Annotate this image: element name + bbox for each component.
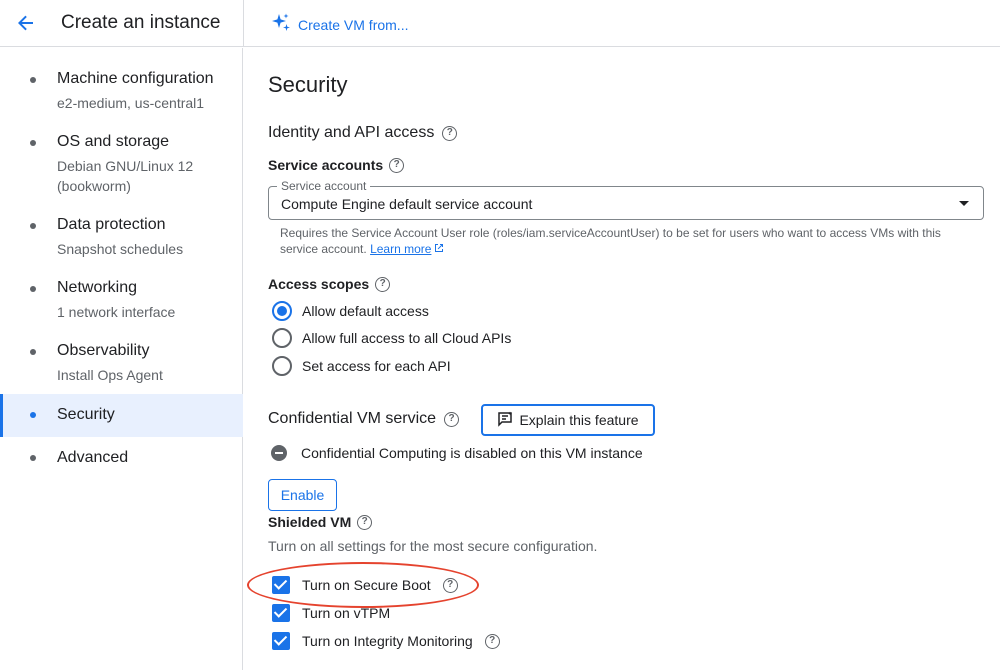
confidential-status: Confidential Computing is disabled on th… (268, 445, 643, 461)
sidebar-item-machine-configuration[interactable]: Machine configuration e2-medium, us-cent… (0, 64, 243, 120)
help-icon[interactable]: ? (389, 157, 405, 173)
back-arrow-icon[interactable] (14, 11, 38, 35)
learn-more-link[interactable]: Learn more (370, 242, 431, 256)
confidential-heading: Confidential VM service ? (268, 410, 460, 428)
identity-heading: Identity and API access ? (268, 124, 458, 142)
sidebar-item-networking[interactable]: Networking 1 network interface (0, 273, 243, 329)
header-divider (243, 0, 244, 47)
sidebar-item-label: OS and storage (57, 133, 170, 150)
radio-allow-full-access[interactable]: Allow full access to all Cloud APIs (272, 328, 511, 348)
service-accounts-heading: Service accounts ? (268, 157, 405, 173)
sidebar-item-label: Observability (57, 342, 150, 359)
help-icon[interactable]: ? (484, 633, 500, 649)
explain-feature-label: Explain this feature (519, 412, 639, 428)
page-title: Create an instance (61, 12, 221, 33)
sidebar-item-label: Networking (57, 279, 138, 296)
sidebar-item-data-protection[interactable]: Data protection Snapshot schedules (0, 210, 243, 266)
radio-label: Allow default access (302, 303, 429, 319)
sidebar-item-security[interactable]: Security (0, 394, 243, 437)
checkbox-label: Turn on Integrity Monitoring (302, 633, 473, 649)
enable-button[interactable]: Enable (268, 479, 337, 511)
sidebar-item-sub: Install Ops Agent (57, 367, 163, 383)
top-bar: Create an instance Create VM from... (0, 0, 1000, 47)
sidebar-item-label: Data protection (57, 216, 166, 233)
service-account-helper-text: Requires the Service Account User role (… (280, 225, 970, 257)
create-vm-label: Create VM from... (298, 16, 409, 33)
help-icon[interactable]: ? (442, 577, 458, 593)
sidebar-item-advanced[interactable]: Advanced (0, 445, 243, 475)
dropdown-arrow-icon (959, 201, 969, 206)
confidential-status-text: Confidential Computing is disabled on th… (301, 445, 643, 461)
create-vm-from-button[interactable]: Create VM from... (270, 12, 408, 37)
shielded-vm-label: Shielded VM (268, 514, 352, 530)
service-account-select[interactable]: Service account Compute Engine default s… (268, 179, 984, 220)
bullet-icon (30, 455, 36, 461)
sidebar-item-os-and-storage[interactable]: OS and storage Debian GNU/Linux 12 (book… (0, 127, 243, 199)
sidebar: Machine configuration e2-medium, us-cent… (0, 48, 243, 670)
radio-set-access-each-api[interactable]: Set access for each API (272, 356, 451, 376)
explain-feature-icon (497, 411, 513, 430)
service-accounts-label: Service accounts (268, 157, 384, 173)
sidebar-item-sub: 1 network interface (57, 304, 176, 320)
sidebar-item-sub: e2-medium, us-central1 (57, 95, 205, 111)
checkbox-label: Turn on Secure Boot (302, 577, 431, 593)
radio-allow-default-access[interactable]: Allow default access (272, 301, 429, 321)
disabled-icon (271, 445, 287, 461)
checkbox-checked-icon[interactable] (272, 576, 290, 594)
checkbox-checked-icon[interactable] (272, 604, 290, 622)
sidebar-item-label: Machine configuration (57, 70, 214, 87)
help-icon[interactable]: ? (375, 276, 391, 292)
access-scopes-label: Access scopes (268, 276, 370, 292)
bullet-icon (30, 77, 36, 83)
confidential-heading-text: Confidential VM service (268, 410, 437, 427)
service-account-floating-label: Service account (277, 179, 371, 193)
radio-selected-icon[interactable] (272, 301, 292, 321)
sidebar-item-sub: Debian GNU/Linux 12 (bookworm) (57, 158, 194, 194)
bullet-icon (30, 349, 36, 355)
radio-label: Set access for each API (302, 358, 451, 374)
identity-heading-text: Identity and API access (268, 124, 435, 141)
bullet-icon (30, 140, 36, 146)
help-icon[interactable]: ? (357, 514, 373, 530)
checkbox-integrity-monitoring[interactable]: Turn on Integrity Monitoring ? (272, 632, 500, 650)
sidebar-item-sub: Snapshot schedules (57, 241, 184, 257)
radio-unselected-icon[interactable] (272, 328, 292, 348)
external-link-icon (431, 242, 445, 256)
learn-more-text: Learn more (370, 242, 432, 256)
sidebar-item-label: Security (57, 406, 115, 423)
checkbox-vtpm[interactable]: Turn on vTPM (272, 604, 390, 622)
help-icon[interactable]: ? (444, 411, 460, 427)
radio-unselected-icon[interactable] (272, 356, 292, 376)
sparkle-icon (270, 12, 292, 37)
radio-label: Allow full access to all Cloud APIs (302, 330, 512, 346)
checkbox-label: Turn on vTPM (302, 605, 391, 621)
shielded-vm-description: Turn on all settings for the most secure… (268, 538, 598, 554)
bullet-icon (30, 286, 36, 292)
checkbox-checked-icon[interactable] (272, 632, 290, 650)
service-account-value: Compute Engine default service account (281, 196, 533, 212)
access-scopes-heading: Access scopes ? (268, 276, 391, 292)
sidebar-item-label: Advanced (57, 449, 129, 466)
section-title: Security (268, 72, 348, 97)
explain-feature-button[interactable]: Explain this feature (481, 404, 655, 436)
checkbox-secure-boot[interactable]: Turn on Secure Boot ? (272, 576, 458, 594)
sidebar-item-observability[interactable]: Observability Install Ops Agent (0, 336, 243, 392)
help-icon[interactable]: ? (442, 125, 458, 141)
active-indicator (0, 394, 3, 437)
bullet-icon (30, 223, 36, 229)
shielded-vm-heading: Shielded VM ? (268, 514, 373, 530)
bullet-icon (30, 412, 36, 418)
